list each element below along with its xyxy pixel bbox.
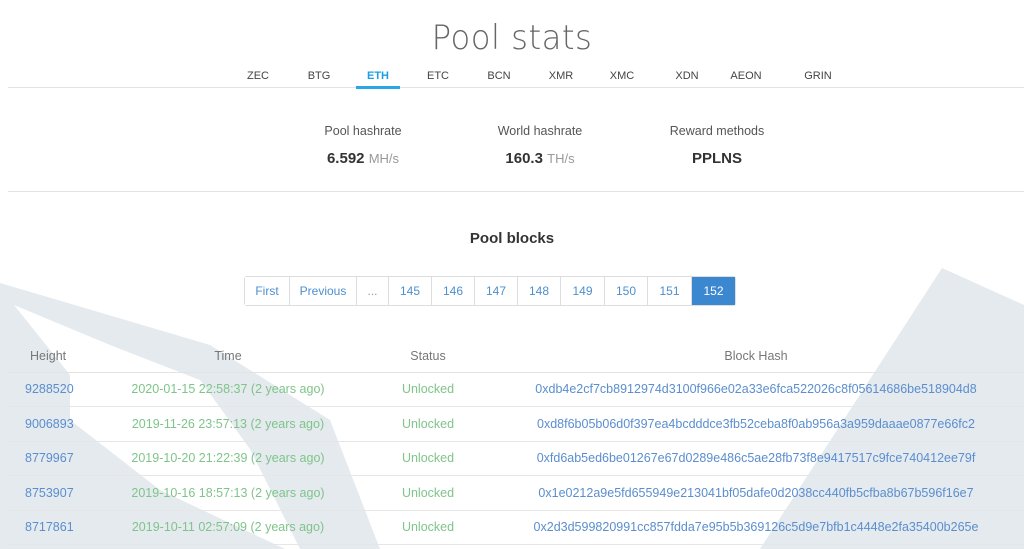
page-button-145[interactable]: 145 bbox=[389, 277, 432, 305]
pagination: First Previous... 145 146 147 148 149 150 151 152 bbox=[244, 276, 736, 306]
block-height-link[interactable]: 8753907 bbox=[8, 475, 88, 511]
block-time: 2019-10-20 21:22:39 (2 years ago) bbox=[88, 441, 368, 476]
table-row: 8717861 2019-10-11 02:57:09 (2 years ago)… bbox=[8, 510, 1024, 545]
coin-tab-aeon[interactable]: AEON bbox=[724, 70, 768, 82]
block-hash-link[interactable]: 0xd8f6b05b06d0f397ea4bcdddce3fb52ceba8f0… bbox=[488, 406, 1024, 442]
page-button-150[interactable]: 150 bbox=[605, 277, 648, 305]
block-time: 2019-10-11 02:57:09 (2 years ago) bbox=[88, 510, 368, 545]
table-row: 9288520 2020-01-15 22:58:37 (2 years ago)… bbox=[8, 372, 1024, 407]
block-height-link[interactable]: 8779967 bbox=[8, 441, 88, 476]
page-title: Pool stats bbox=[431, 18, 593, 58]
first-page-button[interactable]: First bbox=[245, 277, 290, 305]
blocks-table: Height Time Status Block Hash 9288520 202… bbox=[8, 340, 1024, 545]
block-hash-link[interactable]: 0xfd6ab5ed6be01267e67d0289e486c5ae28fb73… bbox=[488, 441, 1024, 476]
block-status: Unlocked bbox=[368, 406, 488, 442]
column-header-time: Time bbox=[88, 340, 368, 373]
coin-tab-etc[interactable]: ETC bbox=[416, 70, 460, 82]
column-header-block-hash: Block Hash bbox=[488, 340, 1024, 373]
pool-blocks-title: Pool blocks bbox=[469, 230, 555, 247]
block-time: 2019-10-16 18:57:13 (2 years ago) bbox=[88, 475, 368, 511]
stat-pool-hashrate: Pool hashrate 6.592 MH/s bbox=[273, 124, 453, 167]
table-row: 8753907 2019-10-16 18:57:13 (2 years ago)… bbox=[8, 475, 1024, 511]
coin-tab-xmc[interactable]: XMC bbox=[600, 70, 644, 82]
stat-unit: MH/s bbox=[368, 151, 400, 166]
coin-tab-eth[interactable]: ETH bbox=[356, 70, 400, 89]
table-row: 9006893 2019-11-26 23:57:13 (2 years ago)… bbox=[8, 406, 1024, 442]
block-status: Unlocked bbox=[368, 475, 488, 511]
stat-label: Pool hashrate bbox=[324, 124, 402, 138]
column-header-status: Status bbox=[368, 340, 488, 373]
stat-world-hashrate: World hashrate 160.3 TH/s bbox=[450, 124, 630, 167]
page-button-149[interactable]: 149 bbox=[561, 277, 605, 305]
page-button-151[interactable]: 151 bbox=[648, 277, 692, 305]
table-row: 8779967 2019-10-20 21:22:39 (2 years ago)… bbox=[8, 441, 1024, 476]
page-button-152[interactable]: 152 bbox=[692, 277, 735, 305]
page-button-148[interactable]: 148 bbox=[518, 277, 561, 305]
stat-value: 6.592 MH/s bbox=[326, 150, 400, 167]
column-header-height: Height bbox=[8, 340, 88, 373]
stat-reward-methods: Reward methods PPLNS bbox=[627, 124, 807, 167]
block-hash-link[interactable]: 0x1e0212a9e5fd655949e213041bf05dafe0d203… bbox=[488, 475, 1024, 511]
table-header-row: Height Time Status Block Hash bbox=[8, 340, 1024, 373]
previous-page-button[interactable]: Previous bbox=[290, 277, 357, 305]
block-height-link[interactable]: 9006893 bbox=[8, 406, 88, 442]
block-status: Unlocked bbox=[368, 372, 488, 407]
page-button-147[interactable]: 147 bbox=[475, 277, 518, 305]
block-hash-link[interactable]: 0x2d3d599820991cc857fdda7e95b5b369126c5d… bbox=[488, 510, 1024, 545]
stat-unit: TH/s bbox=[547, 151, 575, 166]
stat-value: PPLNS bbox=[691, 150, 742, 167]
coin-tabs: ZEC BTG ETH ETC BCN XMR XMC XDN AEON GRIN bbox=[8, 68, 1024, 89]
block-status: Unlocked bbox=[368, 441, 488, 476]
block-height-link[interactable]: 9288520 bbox=[8, 372, 88, 407]
block-hash-link[interactable]: 0xdb4e2cf7cb8912974d3100f966e02a33e6fca5… bbox=[488, 372, 1024, 407]
coin-tab-zec[interactable]: ZEC bbox=[236, 70, 280, 82]
coin-tab-grin[interactable]: GRIN bbox=[796, 70, 840, 82]
stat-value: 160.3 TH/s bbox=[505, 150, 575, 167]
block-time: 2020-01-15 22:58:37 (2 years ago) bbox=[88, 372, 368, 407]
section-divider bbox=[8, 191, 1024, 192]
coin-tab-bcn[interactable]: BCN bbox=[477, 70, 521, 82]
block-status: Unlocked bbox=[368, 510, 488, 545]
page-ellipsis: ... bbox=[357, 277, 389, 305]
page-button-146[interactable]: 146 bbox=[432, 277, 475, 305]
coin-tab-btg[interactable]: BTG bbox=[297, 70, 341, 82]
coin-tab-xmr[interactable]: XMR bbox=[539, 70, 583, 82]
block-height-link[interactable]: 8717861 bbox=[8, 510, 88, 545]
coin-tab-xdn[interactable]: XDN bbox=[665, 70, 709, 82]
stat-label: World hashrate bbox=[497, 124, 583, 138]
stat-label: Reward methods bbox=[669, 124, 765, 138]
block-time: 2019-11-26 23:57:13 (2 years ago) bbox=[88, 406, 368, 442]
